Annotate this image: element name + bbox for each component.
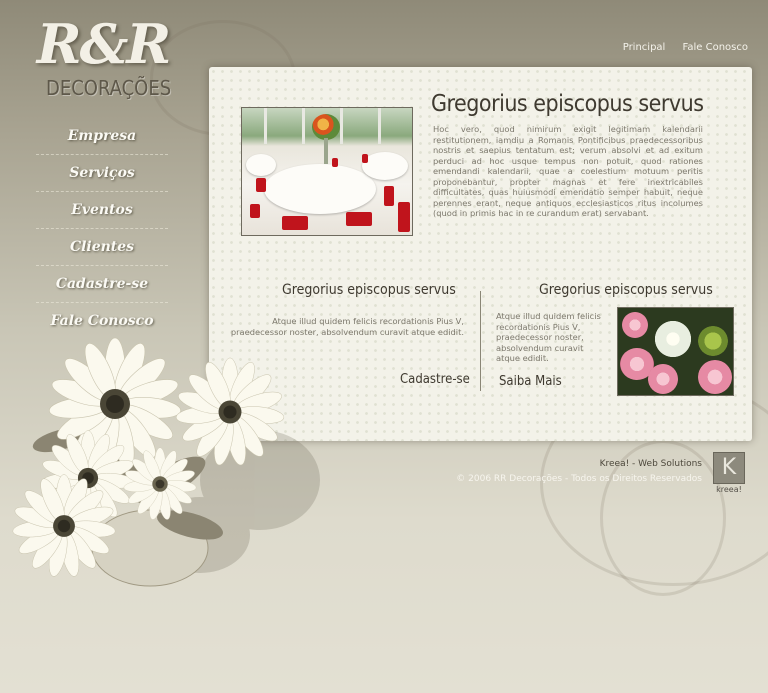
site-logo[interactable]: R&R DECORAÇÕES (18, 12, 188, 112)
banquet-photo (241, 107, 413, 236)
side-nav-servicos[interactable]: Serviços (36, 155, 168, 192)
centerpiece (312, 114, 340, 140)
window-frame (340, 108, 343, 144)
window-frame (302, 108, 305, 144)
column-divider (480, 291, 481, 391)
side-nav: Empresa Serviços Eventos Clientes Cadast… (36, 118, 168, 339)
greenery (698, 326, 728, 356)
side-nav-eventos[interactable]: Eventos (36, 192, 168, 229)
kreea-logo-icon: K (713, 452, 745, 484)
kreea-badge-text: kreea! (716, 485, 742, 494)
chair (332, 158, 338, 167)
window-frame (378, 108, 381, 144)
footer-copyright: © 2006 RR Decorações - Todos os Direitos… (456, 474, 702, 484)
banquet-table (362, 152, 408, 180)
side-nav-clientes[interactable]: Clientes (36, 229, 168, 266)
saiba-mais-link[interactable]: Saiba Mais (499, 374, 562, 389)
chair (346, 212, 372, 226)
daisy-bouquet (0, 337, 320, 587)
chair (256, 178, 266, 192)
kreea-badge[interactable]: K kreea! (713, 452, 745, 494)
left-column-title: Gregorius episcopus servus (282, 282, 456, 298)
banquet-table (246, 154, 276, 176)
lily (650, 316, 696, 362)
centerpiece-stem (324, 138, 328, 164)
window-frame (264, 108, 267, 144)
chair (282, 216, 308, 230)
main-text: Hoc vero, quod nimirum exigit legitimam … (433, 124, 703, 218)
top-nav-principal[interactable]: Principal (623, 42, 666, 53)
side-nav-empresa[interactable]: Empresa (36, 118, 168, 155)
chair (250, 204, 260, 218)
chair (384, 186, 394, 206)
side-nav-cadastre-se[interactable]: Cadastre-se (36, 266, 168, 303)
roses-photo (617, 307, 734, 396)
main-title: Gregorius episcopus servus (431, 91, 704, 117)
rose (698, 360, 732, 394)
logo-mark: R&R (36, 12, 172, 76)
banquet-table (264, 164, 376, 214)
rose (648, 364, 678, 394)
top-nav: Principal Fale Conosco (609, 42, 748, 53)
right-column-title: Gregorius episcopus servus (539, 282, 713, 298)
cadastre-se-link[interactable]: Cadastre-se (400, 372, 470, 387)
rose (622, 312, 648, 338)
top-nav-fale-conosco[interactable]: Fale Conosco (683, 42, 748, 53)
chair (362, 154, 368, 163)
chair (398, 202, 410, 232)
footer-credit-link[interactable]: Kreea! - Web Solutions (600, 459, 702, 469)
logo-subtitle: DECORAÇÕES (46, 76, 172, 100)
right-column-text: Atque illud quidem felicis recordationis… (496, 311, 601, 363)
